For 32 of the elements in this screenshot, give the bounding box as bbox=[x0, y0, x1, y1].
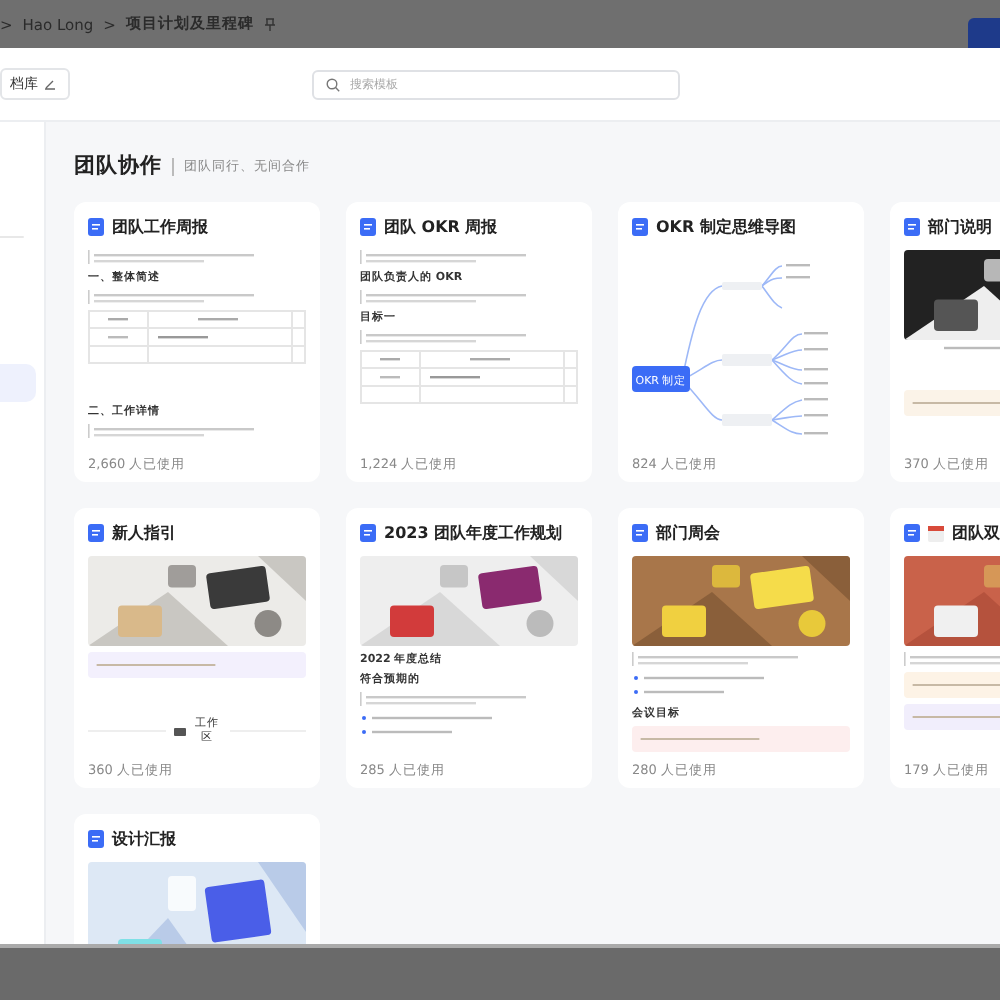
text-line-drawing bbox=[912, 683, 1000, 687]
section-title: 团队协作 bbox=[74, 152, 162, 180]
doc-icon bbox=[904, 218, 920, 236]
bullet-list-drawing bbox=[632, 672, 764, 700]
card-title: 团队双 bbox=[952, 522, 1000, 544]
card-title: 部门周会 bbox=[656, 522, 720, 544]
card-title: 新人指引 bbox=[112, 522, 176, 544]
card-title: 团队 OKR 周报 bbox=[384, 216, 498, 238]
edit-icon bbox=[44, 78, 56, 90]
doc-icon bbox=[632, 524, 648, 542]
doc-icon bbox=[632, 218, 648, 236]
doc-icon bbox=[88, 524, 104, 542]
doc-icon bbox=[360, 218, 376, 236]
card-title: 2023 团队年度工作规划 bbox=[384, 522, 563, 544]
briefcase-icon bbox=[173, 726, 185, 737]
search-icon bbox=[326, 77, 340, 91]
card-title: 设计汇报 bbox=[112, 828, 176, 850]
card-title: 部门说明 bbox=[928, 216, 992, 238]
share-button[interactable] bbox=[968, 18, 1000, 48]
doc-icon bbox=[904, 524, 920, 542]
doc-icon bbox=[88, 830, 104, 848]
text-line-drawing bbox=[912, 401, 1000, 405]
text-line-drawing bbox=[96, 663, 216, 667]
text-line-drawing bbox=[912, 715, 1000, 719]
text-line-drawing bbox=[640, 737, 760, 741]
pin-icon[interactable] bbox=[263, 17, 276, 31]
doc-icon bbox=[360, 524, 376, 542]
template-card[interactable]: 设计汇报 bbox=[74, 814, 320, 944]
bullet-list-drawing bbox=[360, 712, 492, 740]
card-title: OKR 制定思维导图 bbox=[656, 216, 796, 238]
doc-icon bbox=[88, 218, 104, 236]
card-title: 团队工作周报 bbox=[112, 216, 208, 238]
